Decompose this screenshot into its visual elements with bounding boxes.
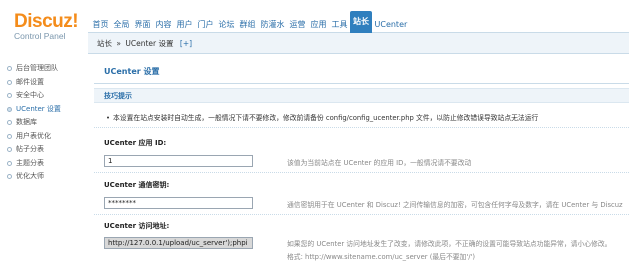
breadcrumb-root[interactable]: 站长 xyxy=(97,39,112,48)
sidebar: 后台管理团队 邮件设置 安全中心 UCenter 设置 数据库 用户表优化 帖子… xyxy=(0,52,88,269)
tips-header: 技巧提示 xyxy=(94,88,629,103)
sidebar-item-admin-team[interactable]: 后台管理团队 xyxy=(0,62,88,76)
bullet-icon xyxy=(7,106,12,112)
comm-key-input[interactable] xyxy=(104,197,253,209)
comm-key-label: UCenter 通信密钥: xyxy=(104,181,170,189)
ucenter-url-label: UCenter 访问地址: xyxy=(104,222,170,230)
bullet-icon xyxy=(7,79,12,85)
sidebar-item-label: 用户表优化 xyxy=(16,131,51,140)
ucenter-url-input[interactable] xyxy=(104,237,253,249)
sidebar-item-ucenter[interactable]: UCenter 设置 xyxy=(0,103,88,117)
nav-item-home[interactable]: 首页 xyxy=(90,17,111,33)
tip-text: • 本设置在站点安装时自动生成，一般情况下请不要修改，修改前请备份 config/… xyxy=(106,112,538,122)
app-id-input[interactable] xyxy=(104,155,253,167)
logo-subtitle: Control Panel xyxy=(14,31,66,41)
sidebar-item-label: 邮件设置 xyxy=(16,77,44,86)
bullet-icon xyxy=(7,133,12,139)
bullet-icon xyxy=(7,160,12,166)
divider xyxy=(94,127,629,128)
sidebar-item-thread-split[interactable]: 主题分表 xyxy=(0,157,88,171)
sidebar-item-label: 数据库 xyxy=(16,118,37,126)
app-id-label: UCenter 应用 ID: xyxy=(104,139,167,147)
nav-item-ucenter[interactable]: UCenter xyxy=(372,17,410,33)
bullet-icon xyxy=(7,93,12,99)
nav-item-forum[interactable]: 论坛 xyxy=(216,17,237,33)
nav-item-founder[interactable]: 站长 xyxy=(350,11,372,33)
bullet-icon xyxy=(7,147,12,153)
nav-item-tools[interactable]: 工具 xyxy=(329,17,350,33)
bullet-icon: • xyxy=(106,114,111,122)
sidebar-item-database[interactable]: 数据库 xyxy=(0,116,88,130)
sidebar-item-label: UCenter 设置 xyxy=(16,104,61,113)
divider xyxy=(94,172,629,173)
breadcrumb-current: UCenter 设置 xyxy=(125,39,174,48)
sidebar-menu: 后台管理团队 邮件设置 安全中心 UCenter 设置 数据库 用户表优化 帖子… xyxy=(0,52,88,184)
nav-item-portal[interactable]: 门户 xyxy=(195,17,216,33)
tip-text-body: 本设置在站点安装时自动生成，一般情况下请不要修改，修改前请备份 config/c… xyxy=(113,114,539,122)
sidebar-item-label: 安全中心 xyxy=(16,91,44,99)
logo[interactable]: Discuz! Control Panel xyxy=(0,0,88,52)
bullet-icon xyxy=(7,174,12,180)
nav-item-content[interactable]: 内容 xyxy=(153,17,174,33)
comm-key-description: 通信密钥用于在 UCenter 和 Discuz! 之间传输信息的加密，可包含任… xyxy=(287,201,623,209)
divider xyxy=(94,214,629,215)
tips-title: 技巧提示 xyxy=(104,92,132,100)
bullet-icon xyxy=(7,66,12,72)
main-nav: 首页 全局 界面 内容 用户 门户 论坛 群组 防灌水 运营 应用 工具 站长 … xyxy=(90,11,410,33)
sidebar-item-mail[interactable]: 邮件设置 xyxy=(0,76,88,90)
nav-item-group[interactable]: 群组 xyxy=(237,17,258,33)
ucenter-url-format: 格式: http://www.sitename.com/uc_server (最… xyxy=(287,253,476,261)
nav-item-interface[interactable]: 界面 xyxy=(132,17,153,33)
sidebar-item-post-split[interactable]: 帖子分表 xyxy=(0,143,88,157)
nav-item-users[interactable]: 用户 xyxy=(174,17,195,33)
bullet-icon xyxy=(7,120,12,126)
logo-title: Discuz! xyxy=(14,11,79,32)
top-header: 首页 全局 界面 内容 用户 门户 论坛 群组 防灌水 运营 应用 工具 站长 … xyxy=(0,0,629,33)
nav-item-global[interactable]: 全局 xyxy=(111,17,132,33)
main-content: UCenter 设置 技巧提示 • 本设置在站点安装时自动生成，一般情况下请不要修… xyxy=(94,54,629,269)
sidebar-item-optimizer[interactable]: 优化大师 xyxy=(0,170,88,184)
sidebar-item-member-table[interactable]: 用户表优化 xyxy=(0,130,88,144)
ucenter-url-description: 如果您的 UCenter 访问地址发生了改变，请修改此项，不正确的设置可能导致站… xyxy=(287,240,612,248)
sidebar-item-label: 后台管理团队 xyxy=(16,64,58,72)
breadcrumb-separator: » xyxy=(116,39,121,48)
sidebar-item-label: 帖子分表 xyxy=(16,145,44,153)
nav-item-operation[interactable]: 运营 xyxy=(287,17,308,33)
app-id-description: 该值为当前站点在 UCenter 的应用 ID，一般情况请不要改动 xyxy=(287,159,472,167)
sidebar-item-label: 优化大师 xyxy=(16,172,44,180)
add-shortcut-button[interactable]: [+] xyxy=(180,39,192,48)
page-title: UCenter 设置 xyxy=(104,67,160,76)
sidebar-item-label: 主题分表 xyxy=(16,158,44,167)
nav-item-antispam[interactable]: 防灌水 xyxy=(258,17,287,33)
nav-item-apps[interactable]: 应用 xyxy=(308,17,329,33)
divider xyxy=(94,83,629,84)
sidebar-item-security[interactable]: 安全中心 xyxy=(0,89,88,103)
breadcrumb: 站长 » UCenter 设置 [+] xyxy=(88,33,629,54)
